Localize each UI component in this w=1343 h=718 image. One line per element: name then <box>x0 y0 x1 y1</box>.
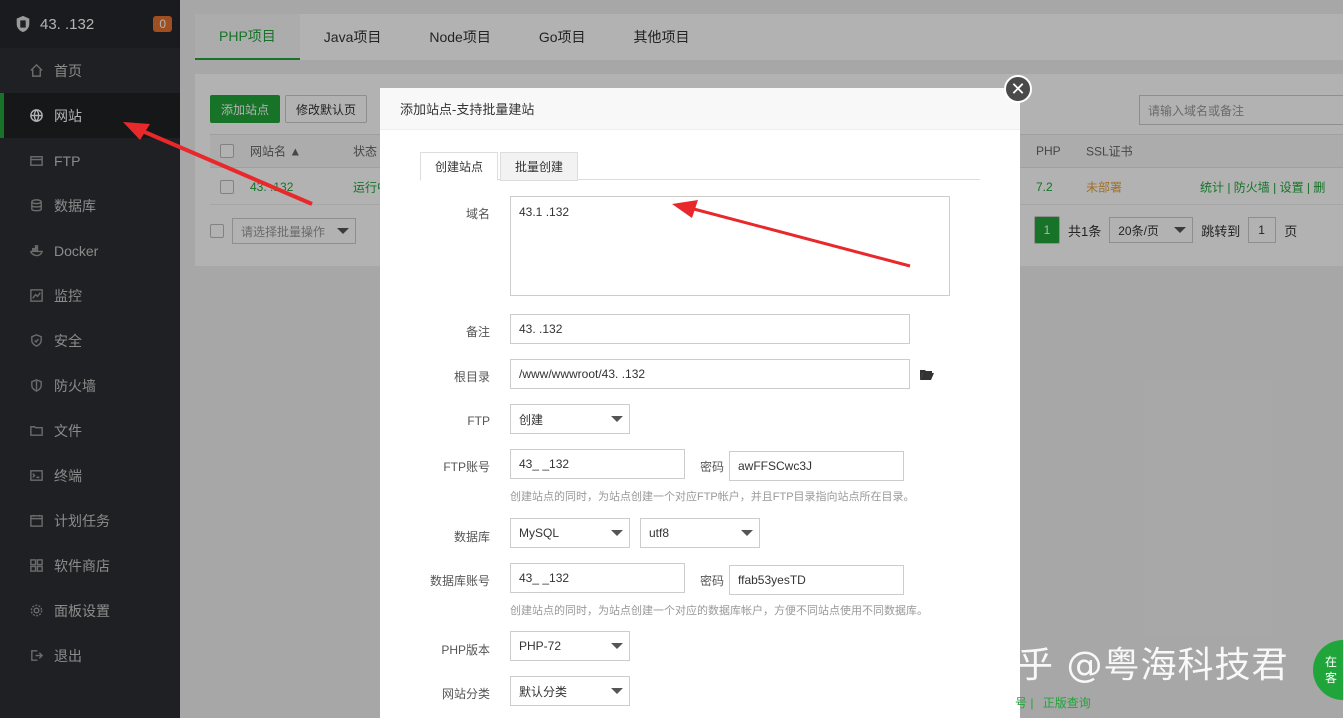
dialog-tabs: 创建站点 批量创建 <box>420 152 980 181</box>
ftp-account-label: FTP账号 <box>443 460 490 474</box>
folder-open-icon[interactable] <box>920 368 934 380</box>
root-dir-label: 根目录 <box>453 370 490 384</box>
site-category-select[interactable]: 默认分类 <box>510 676 630 706</box>
chevron-down-icon <box>611 416 623 422</box>
footer-separator: 号 | <box>1015 696 1034 710</box>
php-version-select[interactable]: PHP-72 <box>510 631 630 661</box>
db-password-label: 密码 <box>700 574 725 588</box>
footer-links: 号 | 正版查询 <box>1015 694 1091 711</box>
close-dialog-button[interactable]: ✕ <box>1004 75 1032 103</box>
chevron-down-icon <box>741 530 753 536</box>
database-charset-select[interactable]: utf8 <box>640 518 760 548</box>
database-charset-value: utf8 <box>649 526 670 540</box>
domain-textarea[interactable]: 43.1 .132 <box>510 196 950 296</box>
chevron-down-icon <box>611 530 623 536</box>
remark-input[interactable]: 43. .132 <box>510 314 910 344</box>
db-hint: 创建站点的同时，为站点创建一个对应的数据库帐户，方便不同站点使用不同数据库。 <box>510 605 928 617</box>
db-username-input[interactable]: 43_ _132 <box>510 563 685 593</box>
php-version-label: PHP版本 <box>441 643 490 657</box>
db-password-input[interactable]: ffab53yesTD <box>729 565 904 595</box>
tab-create-site[interactable]: 创建站点 <box>420 152 499 181</box>
database-label: 数据库 <box>453 530 490 544</box>
ftp-username-input[interactable]: 43_ _132 <box>510 449 685 479</box>
genuine-check-link[interactable]: 正版查询 <box>1043 696 1091 710</box>
tab-batch-create[interactable]: 批量创建 <box>500 152 579 181</box>
chevron-down-icon <box>611 688 623 694</box>
remark-label: 备注 <box>465 325 490 339</box>
database-type-value: MySQL <box>519 526 560 540</box>
database-type-select[interactable]: MySQL <box>510 518 630 548</box>
ftp-password-label: 密码 <box>700 460 725 474</box>
site-category-label: 网站分类 <box>441 687 490 701</box>
php-version-value: PHP-72 <box>519 639 562 653</box>
ftp-password-input[interactable]: awFFSCwc3J <box>729 451 904 481</box>
root-dir-input[interactable]: /www/wwwroot/43. .132 <box>510 359 910 389</box>
ftp-label: FTP <box>467 414 490 428</box>
watermark: 知乎 @粤海科技君 <box>980 645 1289 686</box>
db-account-label: 数据库账号 <box>429 574 490 588</box>
ftp-hint: 创建站点的同时，为站点创建一个对应FTP帐户，并且FTP目录指向站点所在目录。 <box>510 491 915 503</box>
close-icon: ✕ <box>1010 79 1026 99</box>
chevron-down-icon <box>611 643 623 649</box>
dialog-title: 添加站点-支持批量建站 <box>380 88 1020 130</box>
site-category-value: 默认分类 <box>519 684 568 699</box>
ftp-select-value: 创建 <box>519 412 544 427</box>
domain-label: 域名 <box>465 207 490 221</box>
add-site-dialog: 添加站点-支持批量建站 创建站点 批量创建 域名 43.1 .132 备注 43… <box>380 88 1020 718</box>
ftp-select[interactable]: 创建 <box>510 404 630 434</box>
